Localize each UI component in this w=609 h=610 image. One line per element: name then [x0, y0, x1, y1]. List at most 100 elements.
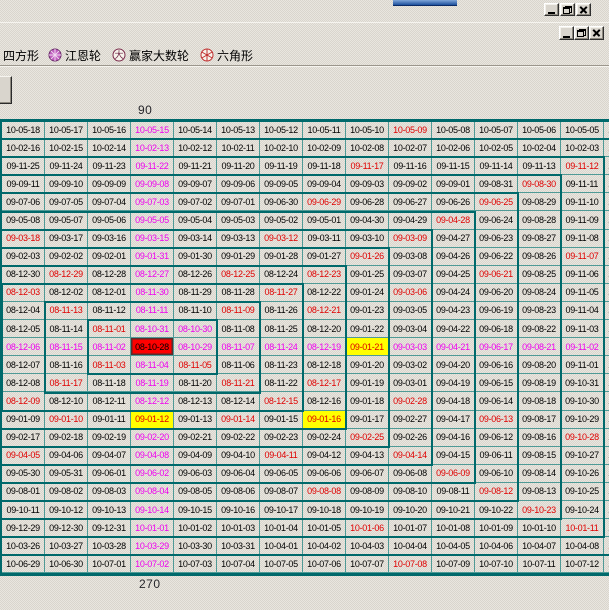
date-cell[interactable]: 09-02-03 — [2, 248, 45, 266]
date-cell[interactable]: 10-05-09 — [389, 121, 432, 139]
date-cell[interactable]: 10-02-14 — [88, 139, 131, 157]
date-cell[interactable]: 09-10-21 — [432, 501, 475, 519]
date-cell[interactable]: 10-07-09 — [432, 555, 475, 573]
date-cell[interactable]: 08-11-05 — [174, 356, 217, 374]
date-cell[interactable]: 08-12-29 — [45, 266, 88, 284]
date-cell[interactable]: 10-07-10 — [475, 555, 518, 573]
date-cell[interactable]: 10-01-05 — [303, 519, 346, 537]
date-cell[interactable]: 09-08-12 — [475, 483, 518, 501]
date-cell[interactable]: 08-12-23 — [303, 266, 346, 284]
date-cell[interactable]: 08-12-14 — [217, 392, 260, 410]
date-cell[interactable]: 10-01-28 — [604, 230, 609, 248]
date-cell[interactable]: 09-04-08 — [131, 447, 174, 465]
date-cell[interactable]: 10-05-06 — [518, 121, 561, 139]
date-cell[interactable]: 10-01-10 — [518, 519, 561, 537]
date-cell[interactable]: 09-06-23 — [475, 230, 518, 248]
date-cell[interactable]: 09-03-07 — [389, 266, 432, 284]
date-cell[interactable]: 09-06-03 — [174, 465, 217, 483]
date-cell[interactable]: 09-08-28 — [518, 211, 561, 229]
date-cell[interactable]: 09-01-12 — [131, 411, 174, 429]
date-cell[interactable]: 08-11-02 — [88, 338, 131, 356]
date-cell[interactable]: 09-01-21 — [346, 338, 389, 356]
date-cell[interactable]: 09-04-11 — [260, 447, 303, 465]
date-cell[interactable]: 09-06-06 — [303, 465, 346, 483]
date-cell[interactable]: 09-01-09 — [2, 411, 45, 429]
date-cell[interactable]: 09-03-01 — [389, 374, 432, 392]
date-cell[interactable]: 09-01-20 — [346, 356, 389, 374]
date-cell[interactable]: 10-02-08 — [346, 139, 389, 157]
date-cell[interactable]: 09-01-30 — [174, 248, 217, 266]
date-cell[interactable]: 08-10-31 — [131, 320, 174, 338]
date-cell[interactable]: 08-11-20 — [174, 374, 217, 392]
date-cell[interactable]: 10-02-01 — [604, 157, 609, 175]
clipped-button[interactable] — [0, 76, 12, 104]
minimize-button[interactable] — [544, 3, 559, 16]
date-cell[interactable]: 10-02-13 — [131, 139, 174, 157]
date-cell[interactable]: 09-01-27 — [303, 248, 346, 266]
date-cell[interactable]: 10-01-20 — [604, 374, 609, 392]
date-cell[interactable]: 09-03-16 — [88, 230, 131, 248]
date-cell[interactable]: 09-04-05 — [2, 447, 45, 465]
date-cell[interactable]: 10-01-26 — [604, 266, 609, 284]
date-cell[interactable]: 09-01-16 — [303, 411, 346, 429]
date-cell[interactable]: 09-01-15 — [260, 411, 303, 429]
date-cell[interactable]: 10-05-08 — [432, 121, 475, 139]
date-cell[interactable]: 09-09-10 — [45, 175, 88, 193]
date-cell[interactable]: 10-02-06 — [432, 139, 475, 157]
date-cell[interactable]: 09-08-24 — [518, 284, 561, 302]
date-cell[interactable]: 09-08-09 — [346, 483, 389, 501]
restore-button[interactable] — [560, 3, 575, 16]
date-cell[interactable]: 09-11-03 — [561, 320, 604, 338]
date-cell[interactable]: 10-01-24 — [604, 302, 609, 320]
date-cell[interactable]: 08-11-16 — [45, 356, 88, 374]
date-cell[interactable]: 09-11-19 — [260, 157, 303, 175]
date-cell[interactable]: 08-11-29 — [174, 284, 217, 302]
date-cell[interactable]: 08-12-30 — [2, 266, 45, 284]
date-cell[interactable]: 10-01-31 — [604, 175, 609, 193]
date-cell[interactable]: 10-06-29 — [2, 555, 45, 573]
date-cell[interactable]: 09-10-27 — [561, 447, 604, 465]
date-cell[interactable]: 09-10-30 — [561, 392, 604, 410]
date-cell[interactable]: 08-11-30 — [131, 284, 174, 302]
date-cell[interactable]: 09-01-22 — [346, 320, 389, 338]
date-cell[interactable]: 08-12-12 — [131, 392, 174, 410]
date-cell[interactable]: 09-01-17 — [346, 411, 389, 429]
date-cell[interactable]: 09-05-05 — [131, 211, 174, 229]
date-cell[interactable]: 09-09-06 — [217, 175, 260, 193]
date-cell[interactable]: 09-07-06 — [2, 193, 45, 211]
date-cell[interactable]: 09-06-30 — [260, 193, 303, 211]
date-cell[interactable]: 10-05-16 — [88, 121, 131, 139]
date-cell[interactable]: 10-01-30 — [604, 193, 609, 211]
date-cell[interactable]: 08-12-11 — [88, 392, 131, 410]
date-cell[interactable]: 09-10-24 — [561, 501, 604, 519]
date-cell[interactable]: 10-01-03 — [217, 519, 260, 537]
date-cell[interactable]: 09-08-01 — [2, 483, 45, 501]
date-cell[interactable]: 09-03-17 — [45, 230, 88, 248]
date-cell[interactable]: 09-09-03 — [346, 175, 389, 193]
date-cell[interactable]: 10-01-16 — [604, 447, 609, 465]
date-cell[interactable]: 09-10-11 — [2, 501, 45, 519]
close-button[interactable] — [576, 3, 591, 16]
date-cell[interactable]: 09-09-02 — [389, 175, 432, 193]
date-cell[interactable]: 09-06-09 — [432, 465, 475, 483]
date-cell[interactable]: 09-06-28 — [346, 193, 389, 211]
date-cell[interactable]: 09-11-21 — [174, 157, 217, 175]
date-cell[interactable]: 10-01-18 — [604, 411, 609, 429]
date-cell[interactable]: 09-07-05 — [45, 193, 88, 211]
date-cell[interactable]: 09-06-07 — [346, 465, 389, 483]
date-cell[interactable]: 10-01-27 — [604, 248, 609, 266]
date-cell[interactable]: 09-01-26 — [346, 248, 389, 266]
date-cell[interactable]: 09-04-25 — [432, 266, 475, 284]
date-cell[interactable]: 08-12-21 — [303, 302, 346, 320]
date-cell[interactable]: 10-03-31 — [217, 537, 260, 555]
date-cell[interactable]: 09-06-14 — [475, 392, 518, 410]
date-cell[interactable]: 10-05-13 — [217, 121, 260, 139]
date-cell[interactable]: 08-11-28 — [217, 284, 260, 302]
date-cell[interactable]: 08-11-04 — [131, 356, 174, 374]
date-cell[interactable]: 09-01-31 — [131, 248, 174, 266]
date-cell[interactable]: 09-04-07 — [88, 447, 131, 465]
date-cell[interactable]: 09-04-16 — [432, 429, 475, 447]
date-cell[interactable]: 09-02-20 — [131, 429, 174, 447]
date-cell[interactable]: 08-11-07 — [217, 338, 260, 356]
date-cell[interactable]: 08-12-04 — [2, 302, 45, 320]
